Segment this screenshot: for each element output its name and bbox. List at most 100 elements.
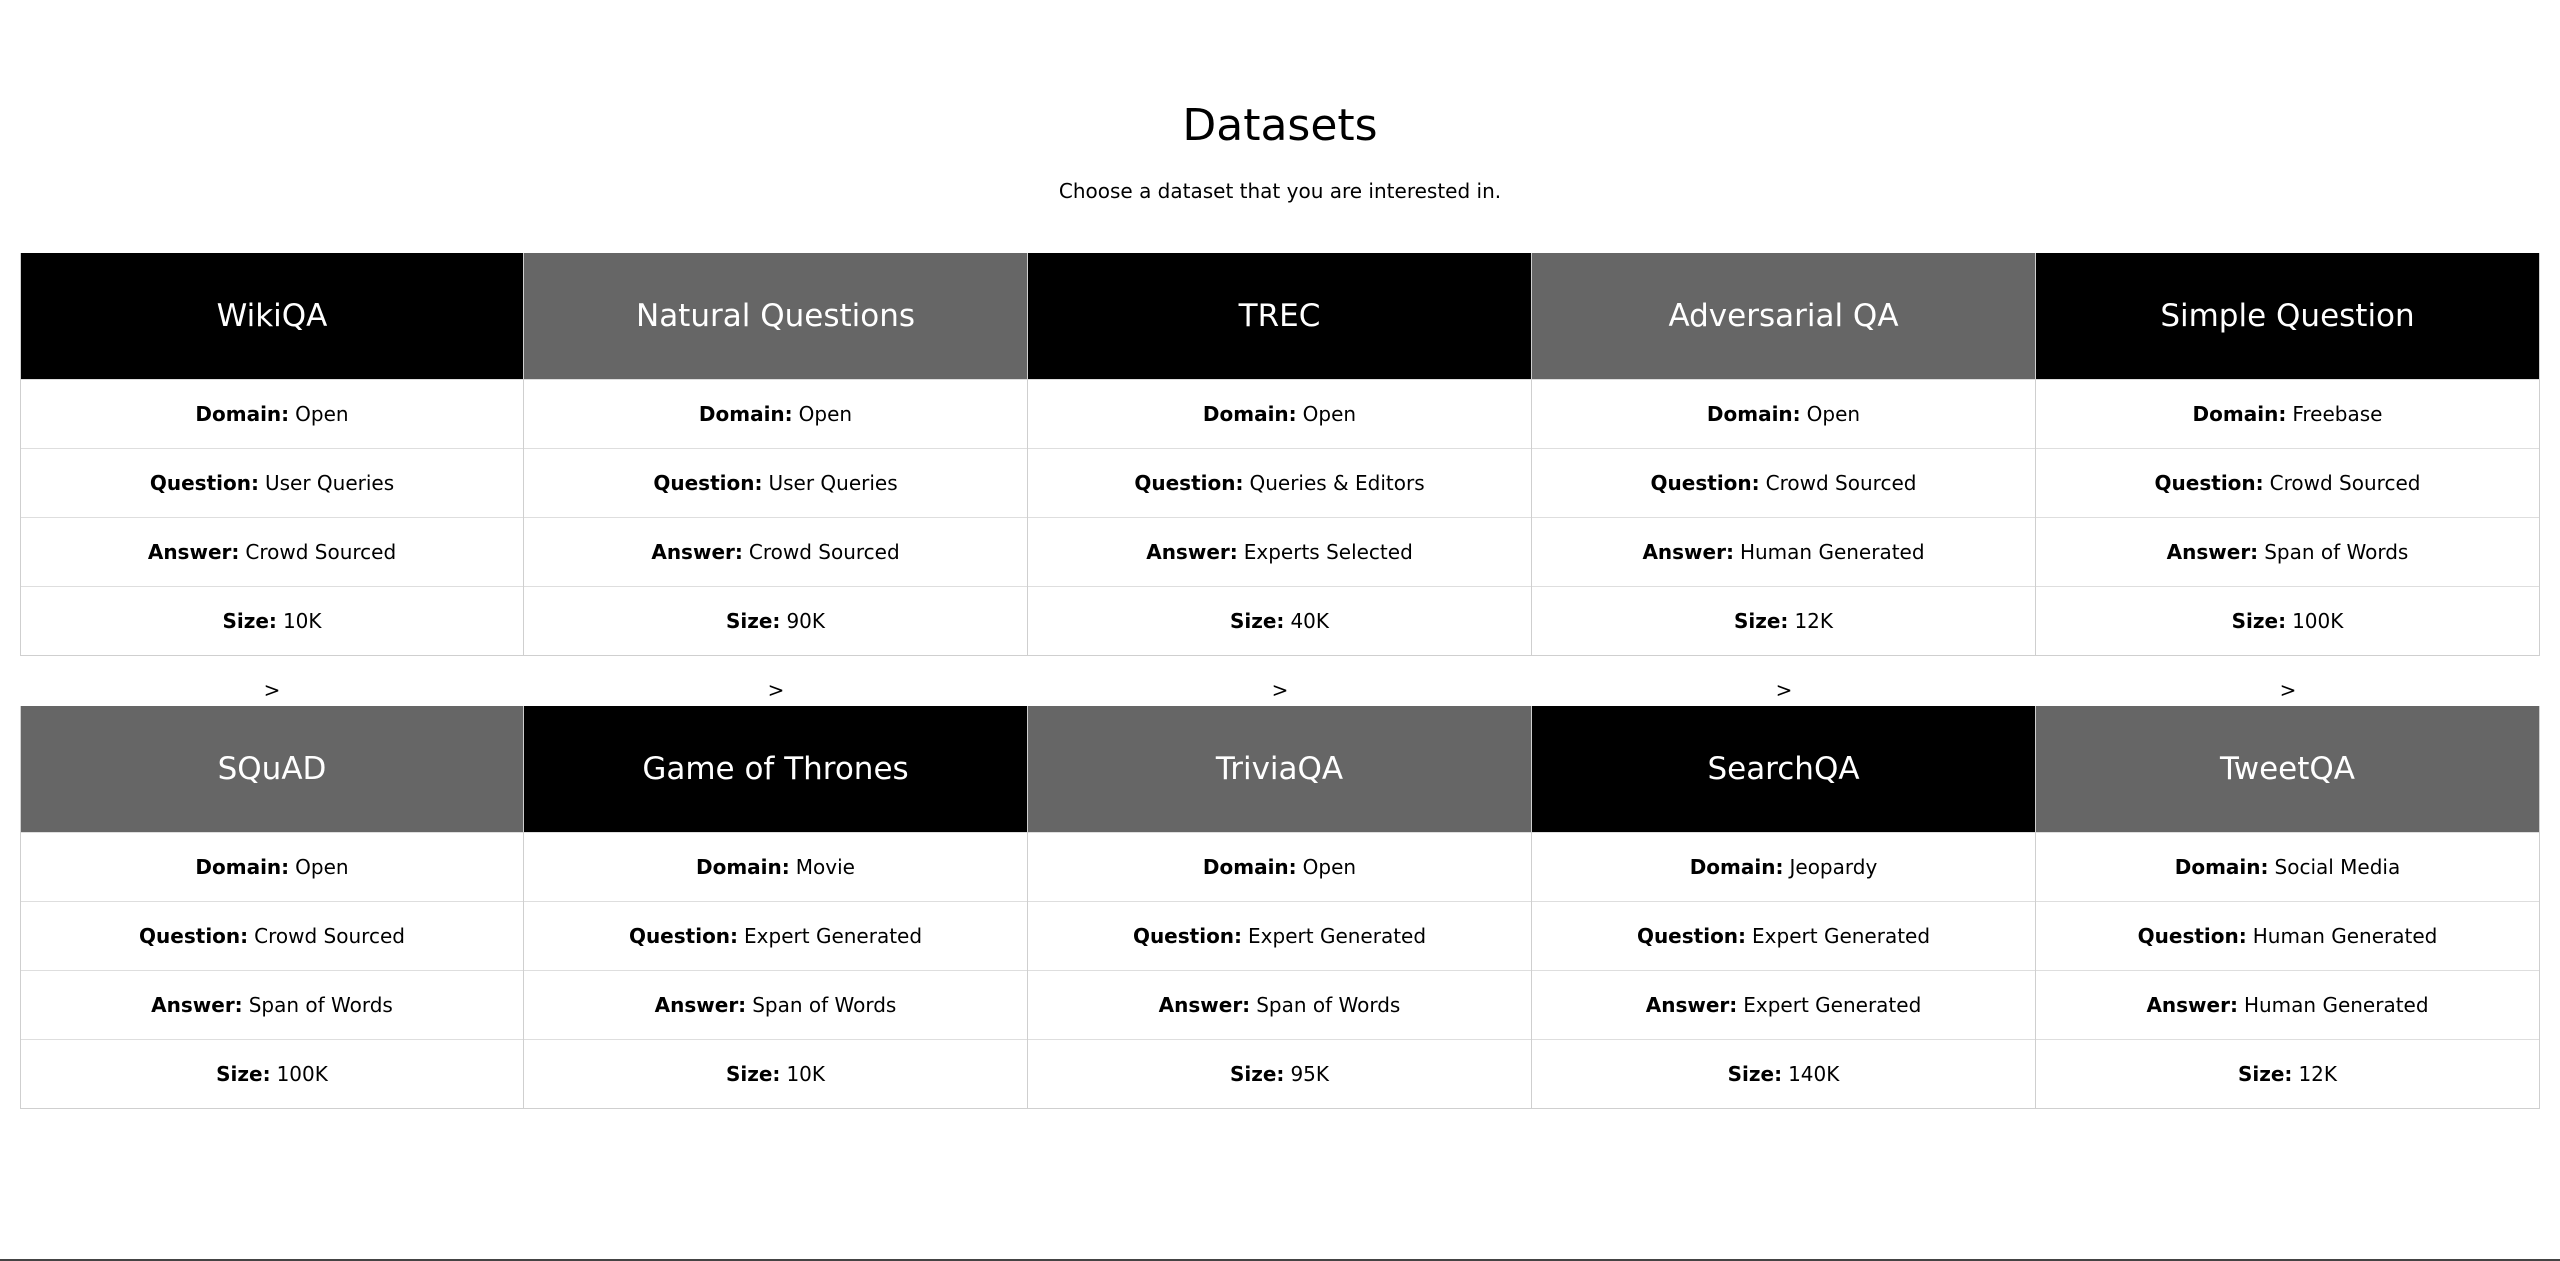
answer-row: Answer: Human Generated: [1532, 517, 2035, 586]
size-label: Size:: [1229, 1062, 1285, 1086]
size-row: Size: 100K: [2036, 586, 2539, 655]
answer-value: Span of Words: [1256, 993, 1401, 1017]
page: Datasets Choose a dataset that you are i…: [0, 0, 2560, 1261]
dataset-card-header[interactable]: TREC: [1028, 253, 1531, 379]
question-value: Crowd Sourced: [1765, 471, 1917, 495]
next-arrow-link[interactable]: >: [524, 677, 1028, 703]
dataset-card-triviaqa: TriviaQA Domain: Open Question: Expert Gen…: [1027, 706, 1532, 1109]
size-row: Size: 12K: [1532, 586, 2035, 655]
domain-value: Open: [295, 402, 349, 426]
dataset-card-header[interactable]: SQuAD: [21, 706, 523, 832]
answer-row: Answer: Human Generated: [2036, 970, 2539, 1039]
answer-label: Answer:: [2166, 540, 2259, 564]
size-row: Size: 100K: [21, 1039, 523, 1108]
next-arrow-link[interactable]: >: [1532, 677, 2036, 703]
domain-row: Domain: Freebase: [2036, 379, 2539, 448]
domain-value: Freebase: [2292, 402, 2383, 426]
question-label: Question:: [139, 924, 249, 948]
size-row: Size: 40K: [1028, 586, 1531, 655]
dataset-card-tweetqa: TweetQA Domain: Social Media Question: Hum…: [2035, 706, 2540, 1109]
size-label: Size:: [222, 609, 277, 633]
size-row: Size: 95K: [1028, 1039, 1531, 1108]
question-label: Question:: [1132, 924, 1243, 948]
answer-row: Answer: Span of Words: [2036, 517, 2539, 586]
question-row: Question: Queries & Editors: [1028, 448, 1531, 517]
question-row: Question: Expert Generated: [1532, 901, 2035, 970]
answer-value: Human Generated: [2243, 993, 2429, 1017]
size-value: 95K: [1290, 1062, 1330, 1086]
size-value: 10K: [282, 609, 322, 633]
answer-value: Experts Selected: [1243, 540, 1413, 564]
size-row: Size: 90K: [524, 586, 1027, 655]
size-row: Size: 10K: [21, 586, 523, 655]
dataset-card-header[interactable]: TweetQA: [2036, 706, 2539, 832]
dataset-grid-row-1: WikiQA Domain: Open Question: User Queries…: [20, 253, 2540, 656]
domain-value: Open: [1302, 855, 1357, 879]
next-arrow-link[interactable]: >: [20, 677, 524, 703]
domain-label: Domain:: [698, 402, 793, 426]
question-label: Question:: [2154, 471, 2264, 495]
question-value: Human Generated: [2252, 924, 2438, 948]
arrow-row: > > > > >: [20, 677, 2540, 703]
domain-label: Domain:: [2174, 855, 2269, 879]
answer-label: Answer:: [1158, 993, 1251, 1017]
answer-row: Answer: Expert Generated: [1532, 970, 2035, 1039]
question-label: Question:: [1134, 471, 1244, 495]
dataset-card-trec: TREC Domain: Open Question: Queries & Edit…: [1027, 253, 1532, 656]
domain-row: Domain: Movie: [524, 832, 1027, 901]
dataset-card-header[interactable]: TriviaQA: [1028, 706, 1531, 832]
domain-value: Open: [1806, 402, 1861, 426]
answer-row: Answer: Crowd Sourced: [21, 517, 523, 586]
dataset-card-squad: SQuAD Domain: Open Question: Crowd Sourced…: [20, 706, 524, 1109]
dataset-card-header[interactable]: Adversarial QA: [1532, 253, 2035, 379]
dataset-card-wikiqa: WikiQA Domain: Open Question: User Queries…: [20, 253, 524, 656]
dataset-card-header[interactable]: Game of Thrones: [524, 706, 1027, 832]
domain-label: Domain:: [2192, 402, 2287, 426]
answer-row: Answer: Span of Words: [524, 970, 1027, 1039]
answer-row: Answer: Experts Selected: [1028, 517, 1531, 586]
domain-label: Domain:: [195, 855, 290, 879]
size-label: Size:: [216, 1062, 271, 1086]
next-arrow-link[interactable]: >: [2036, 677, 2540, 703]
answer-value: Human Generated: [1739, 540, 1925, 564]
question-row: Question: Expert Generated: [1028, 901, 1531, 970]
dataset-card-header[interactable]: WikiQA: [21, 253, 523, 379]
question-value: User Queries: [264, 471, 395, 495]
question-value: Queries & Editors: [1249, 471, 1425, 495]
question-value: Expert Generated: [1752, 924, 1931, 948]
answer-label: Answer:: [651, 540, 743, 564]
next-arrow-link[interactable]: >: [1028, 677, 1532, 703]
size-value: 100K: [276, 1062, 328, 1086]
question-row: Question: Crowd Sourced: [21, 901, 523, 970]
answer-value: Expert Generated: [1743, 993, 1922, 1017]
size-row: Size: 10K: [524, 1039, 1027, 1108]
question-label: Question:: [1650, 471, 1760, 495]
question-row: Question: Human Generated: [2036, 901, 2539, 970]
domain-value: Open: [798, 402, 853, 426]
question-row: Question: Crowd Sourced: [1532, 448, 2035, 517]
question-value: Crowd Sourced: [254, 924, 405, 948]
domain-label: Domain:: [1202, 855, 1297, 879]
domain-value: Movie: [795, 855, 855, 879]
size-row: Size: 12K: [2036, 1039, 2539, 1108]
question-value: User Queries: [768, 471, 898, 495]
size-value: 12K: [2298, 1062, 2338, 1086]
page-subtitle: Choose a dataset that you are interested…: [1058, 179, 1502, 203]
dataset-card-header[interactable]: Natural Questions: [524, 253, 1027, 379]
answer-value: Span of Words: [752, 993, 897, 1017]
dataset-card-header[interactable]: Simple Question: [2036, 253, 2539, 379]
domain-label: Domain:: [1202, 402, 1297, 426]
answer-label: Answer:: [1642, 540, 1734, 564]
question-value: Crowd Sourced: [2269, 471, 2421, 495]
answer-label: Answer:: [147, 540, 240, 564]
page-title: Datasets: [1182, 100, 1378, 151]
dataset-card-simple-question: Simple Question Domain: Freebase Question…: [2035, 253, 2540, 656]
size-value: 140K: [1788, 1062, 1840, 1086]
answer-label: Answer:: [1146, 540, 1238, 564]
question-row: Question: User Queries: [21, 448, 523, 517]
dataset-card-header[interactable]: SearchQA: [1532, 706, 2035, 832]
domain-value: Open: [1302, 402, 1357, 426]
question-label: Question:: [1636, 924, 1747, 948]
domain-row: Domain: Open: [1532, 379, 2035, 448]
dataset-grid-row-2: SQuAD Domain: Open Question: Crowd Sourced…: [20, 706, 2540, 1109]
